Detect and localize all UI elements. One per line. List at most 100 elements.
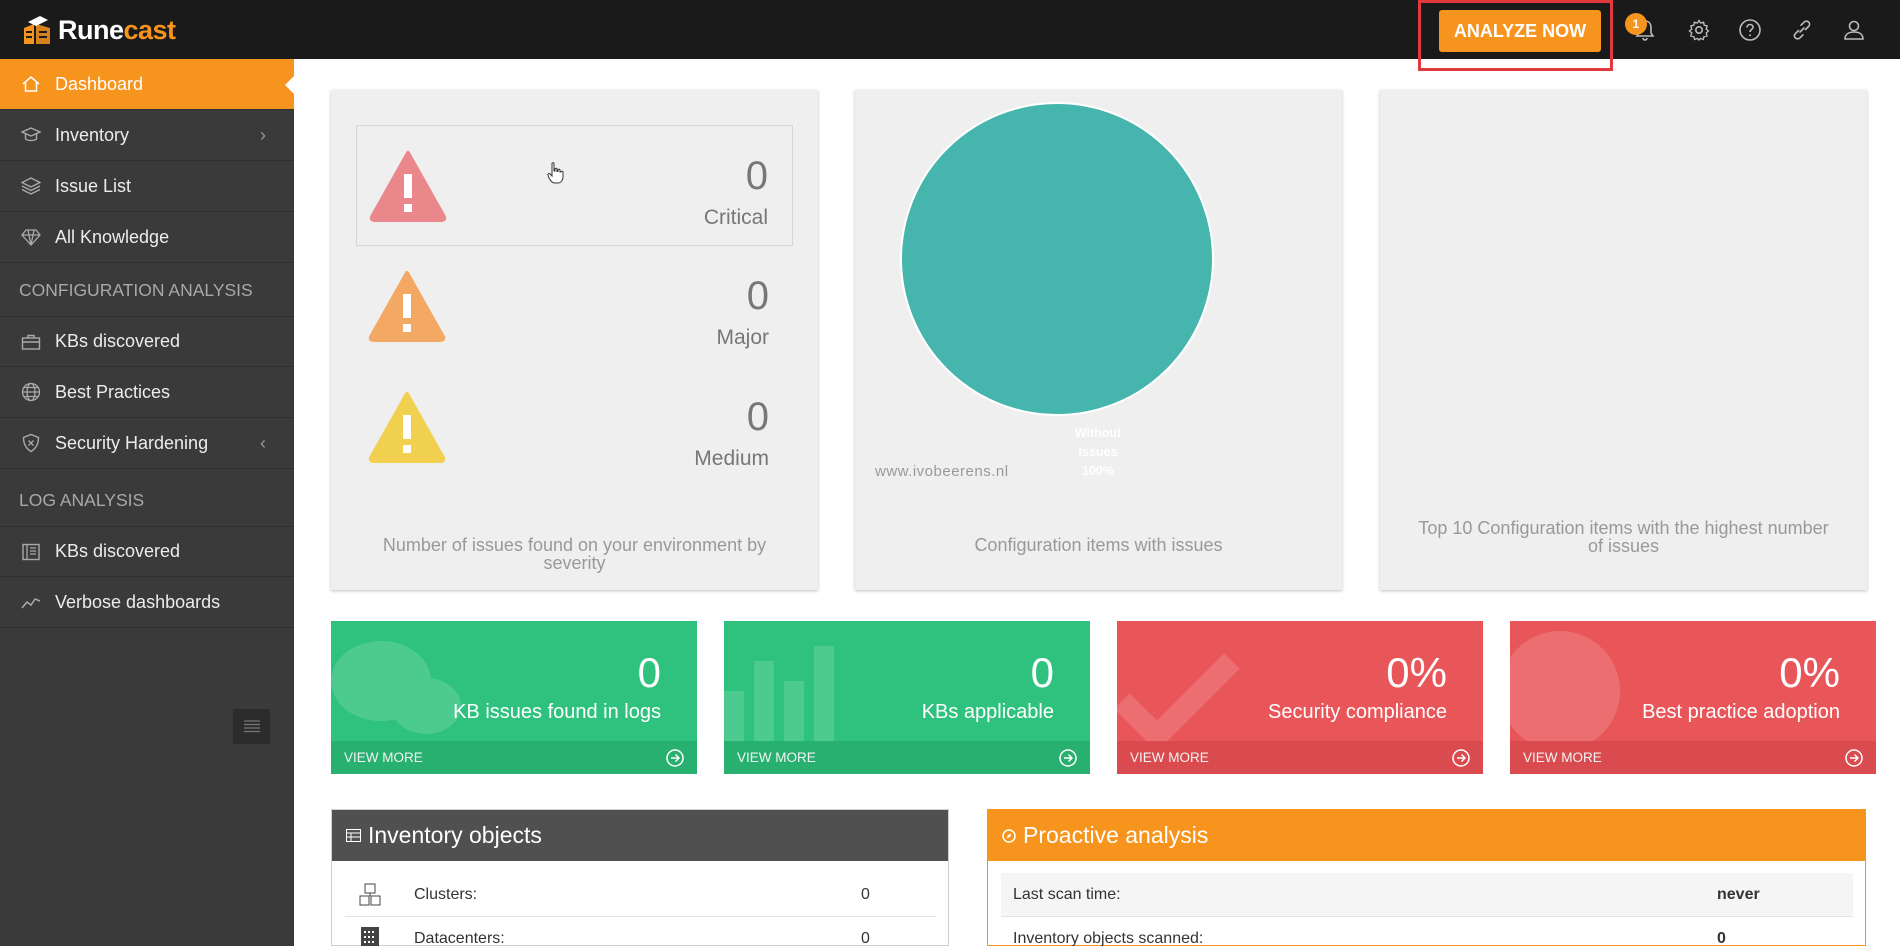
cluster-icon bbox=[359, 883, 381, 905]
tile-label: KB issues found in logs bbox=[453, 701, 661, 723]
chat-bubbles-icon bbox=[331, 641, 461, 734]
chart-line-icon bbox=[20, 591, 42, 613]
sidebar-item-kbs-discovered-log[interactable]: KBs discovered bbox=[0, 526, 294, 577]
inventory-row-clusters: Clusters: 0 bbox=[345, 873, 936, 917]
help-button[interactable] bbox=[1734, 14, 1766, 46]
sidebar-item-label: Security Hardening bbox=[55, 432, 209, 453]
severity-medium[interactable]: 0 Medium bbox=[356, 367, 793, 488]
tile-kbs-applicable[interactable]: 0 KBs applicable VIEW MORE bbox=[724, 621, 1090, 774]
diamond-icon bbox=[20, 226, 42, 248]
view-more-link[interactable]: VIEW MORE bbox=[344, 750, 423, 765]
row-label: Last scan time: bbox=[1013, 885, 1121, 903]
view-more-link[interactable]: VIEW MORE bbox=[1130, 750, 1209, 765]
hand-cursor-icon bbox=[547, 162, 564, 184]
checkmark-icon bbox=[1117, 653, 1240, 751]
severity-critical[interactable]: 0 Critical bbox=[356, 125, 793, 246]
medium-count: 0 bbox=[746, 395, 769, 439]
row-value: 0 bbox=[861, 930, 870, 946]
user-button[interactable] bbox=[1838, 14, 1870, 46]
config-items-panel: Configuration items with issues bbox=[855, 90, 1342, 590]
notification-badge: 1 bbox=[1625, 13, 1647, 35]
severity-major[interactable]: 0 Major bbox=[356, 246, 793, 367]
links-button[interactable] bbox=[1786, 14, 1818, 46]
pie-label-line3: 100% bbox=[1082, 464, 1114, 478]
tile-value: 0% bbox=[1779, 649, 1840, 696]
sidebar-item-label: Inventory bbox=[55, 124, 130, 145]
tile-label: Security compliance bbox=[1268, 701, 1447, 723]
sidebar: Dashboard Inventory › Issue List All Kno… bbox=[0, 59, 294, 946]
critical-count: 0 bbox=[745, 154, 768, 198]
runecast-logo[interactable]: Runecast bbox=[22, 12, 176, 48]
sidebar-item-label: Dashboard bbox=[55, 73, 144, 94]
tile-kb-issues-logs[interactable]: 0 KB issues found in logs VIEW MORE bbox=[331, 621, 697, 774]
sidebar-item-verbose-dashboards[interactable]: Verbose dashboards bbox=[0, 577, 294, 628]
pie-label-line2: Issues bbox=[1078, 445, 1118, 459]
warning-critical-icon bbox=[369, 151, 447, 222]
inventory-objects-panel: Inventory objects Clusters: 0 Datacenter… bbox=[331, 809, 949, 946]
critical-label: Critical bbox=[703, 206, 768, 229]
inventory-objects-header: Inventory objects bbox=[332, 810, 948, 861]
user-icon bbox=[1844, 20, 1864, 40]
proactive-analysis-title: Proactive analysis bbox=[1023, 822, 1209, 848]
tile-security-compliance[interactable]: 0% Security compliance VIEW MORE bbox=[1117, 621, 1483, 774]
analyze-now-button[interactable]: ANALYZE NOW bbox=[1439, 10, 1601, 52]
tile-footer[interactable]: VIEW MORE bbox=[1510, 741, 1876, 774]
pie-slice-without-issues[interactable] bbox=[900, 102, 1214, 416]
building-icon bbox=[361, 927, 379, 946]
row-value: 0 bbox=[1717, 930, 1726, 946]
logo-text-rune: Rune bbox=[58, 14, 124, 45]
inventory-objects-title: Inventory objects bbox=[368, 822, 542, 848]
layers-icon bbox=[20, 175, 42, 197]
tile-best-practice-adoption[interactable]: 0% Best practice adoption VIEW MORE bbox=[1510, 621, 1876, 774]
section-configuration-analysis: CONFIGURATION ANALYSIS bbox=[19, 280, 253, 300]
proactive-row-objects-scanned: Inventory objects scanned: 0 bbox=[1001, 917, 1853, 946]
sidebar-item-best-practices[interactable]: Best Practices bbox=[0, 367, 294, 418]
top10-panel: Top 10 Configuration items with the high… bbox=[1380, 90, 1867, 590]
row-label: Datacenters: bbox=[414, 930, 505, 946]
sidebar-item-dashboard[interactable]: Dashboard bbox=[0, 59, 294, 110]
major-label: Major bbox=[716, 326, 769, 349]
chevron-left-icon: ‹ bbox=[260, 432, 266, 453]
question-icon bbox=[1739, 19, 1761, 41]
sidebar-item-label: All Knowledge bbox=[55, 226, 170, 247]
globe-icon bbox=[1510, 631, 1620, 751]
watermark-text: www.ivobeerens.nl bbox=[875, 463, 1009, 480]
sidebar-item-all-knowledge[interactable]: All Knowledge bbox=[0, 212, 294, 263]
briefcase-icon bbox=[20, 331, 42, 353]
config-items-caption: Configuration items with issues bbox=[974, 535, 1223, 555]
medium-label: Medium bbox=[694, 447, 769, 470]
sidebar-item-security-hardening[interactable]: Security Hardening ‹ bbox=[0, 418, 294, 469]
sidebar-item-inventory[interactable]: Inventory › bbox=[0, 110, 294, 161]
settings-button[interactable] bbox=[1683, 14, 1715, 46]
view-more-link[interactable]: VIEW MORE bbox=[737, 750, 816, 765]
arrow-circle-right-icon[interactable] bbox=[1844, 748, 1864, 768]
view-more-link[interactable]: VIEW MORE bbox=[1523, 750, 1602, 765]
row-value: never bbox=[1717, 885, 1760, 903]
menu-lines-icon bbox=[243, 719, 260, 732]
tile-label: Best practice adoption bbox=[1642, 701, 1840, 723]
sidebar-item-issue-list[interactable]: Issue List bbox=[0, 161, 294, 212]
arrow-circle-right-icon[interactable] bbox=[1451, 748, 1471, 768]
gear-icon bbox=[1688, 19, 1710, 42]
arrow-circle-right-icon[interactable] bbox=[1058, 748, 1078, 768]
sidebar-toggle-button[interactable] bbox=[233, 709, 270, 744]
table-icon bbox=[346, 829, 361, 842]
tile-value: 0 bbox=[1030, 649, 1054, 696]
sidebar-item-label: KBs discovered bbox=[55, 541, 181, 561]
logo-text-cast: cast bbox=[123, 14, 177, 45]
tile-footer[interactable]: VIEW MORE bbox=[724, 741, 1090, 774]
globe-icon bbox=[20, 381, 42, 403]
sidebar-item-kbs-discovered-config[interactable]: KBs discovered bbox=[0, 316, 294, 367]
book-icon bbox=[20, 541, 42, 563]
proactive-analysis-panel: Proactive analysis Last scan time: never… bbox=[987, 809, 1866, 946]
sidebar-item-label: Verbose dashboards bbox=[55, 591, 221, 612]
major-count: 0 bbox=[746, 274, 769, 318]
tile-footer[interactable]: VIEW MORE bbox=[331, 741, 697, 774]
tile-footer[interactable]: VIEW MORE bbox=[1117, 741, 1483, 774]
arrow-circle-right-icon[interactable] bbox=[665, 748, 685, 768]
severity-panel: 0 Critical 0 Major 0 Medium Number of is… bbox=[331, 90, 818, 590]
severity-caption: Number of issues found on your environme… bbox=[382, 535, 767, 573]
warning-major-icon bbox=[368, 271, 446, 342]
sidebar-item-label: KBs discovered bbox=[55, 331, 181, 351]
tile-value: 0 bbox=[637, 649, 661, 696]
